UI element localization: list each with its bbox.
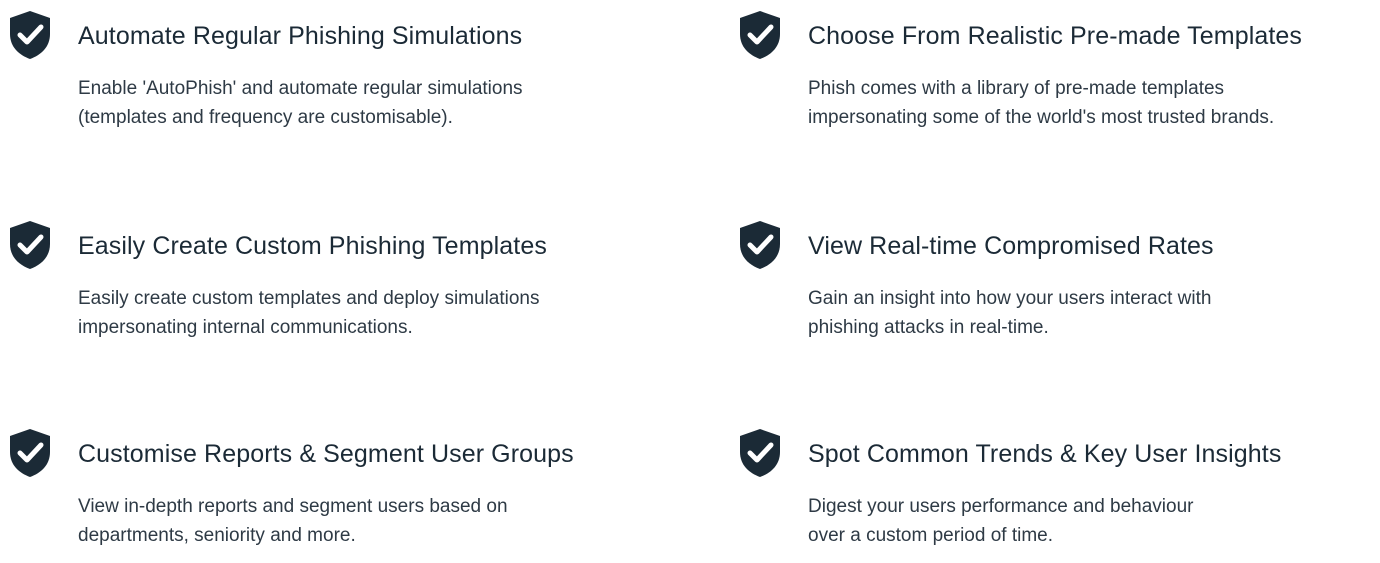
shield-check-icon [8,220,52,270]
shield-check-icon [8,428,52,478]
shield-check-icon [8,10,52,60]
feature-title: Easily Create Custom Phishing Templates [78,232,547,260]
feature-title: Customise Reports & Segment User Groups [78,440,574,468]
feature-description: Gain an insight into how your users inte… [808,288,1212,338]
feature-title: View Real-time Compromised Rates [808,232,1214,260]
feature-description: Phish comes with a library of pre-made t… [808,78,1275,128]
shield-check-icon [738,220,782,270]
features-grid: Automate Regular Phishing Simulations En… [0,0,1380,563]
feature-title: Spot Common Trends & Key User Insights [808,440,1282,468]
shield-check-icon [738,10,782,60]
feature-description: Enable 'AutoPhish' and automate regular … [78,78,523,128]
feature-title: Choose From Realistic Pre-made Templates [808,22,1303,50]
feature-title: Automate Regular Phishing Simulations [78,22,523,50]
feature-description: View in-depth reports and segment users … [78,496,508,546]
shield-check-icon [738,428,782,478]
feature-description: Easily create custom templates and deplo… [78,288,540,338]
feature-description: Digest your users performance and behavi… [808,496,1194,546]
